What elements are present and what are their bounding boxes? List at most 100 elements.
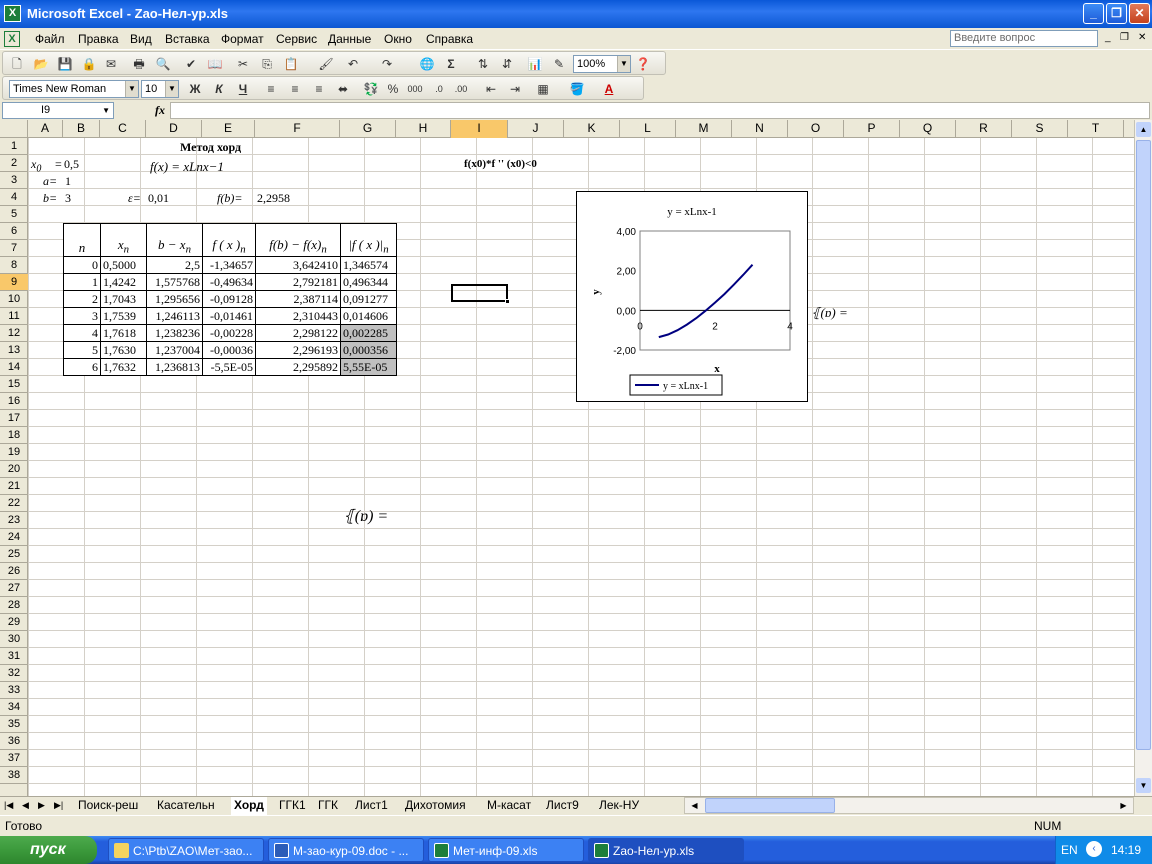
sort-ascending-icon[interactable]: ⇅ [475,56,491,72]
table-cell[interactable]: 5,55E-05 [340,358,397,376]
sheet-tab[interactable]: Поиск-реш [78,797,138,815]
table-cell[interactable]: 0,014606 [340,307,397,325]
row-header[interactable]: 12 [0,325,28,342]
fill-handle[interactable] [505,299,510,304]
row-header[interactable]: 1 [0,138,28,155]
row-header[interactable]: 8 [0,257,28,274]
table-cell[interactable]: 1,4242 [100,273,147,291]
first-sheet-icon[interactable]: |◀ [4,797,13,815]
scroll-right-icon[interactable]: ▶ [1116,798,1131,813]
chevron-down-icon[interactable]: ▼ [165,81,178,97]
undo-icon[interactable]: ↶ [345,56,361,72]
next-sheet-icon[interactable]: ▶ [38,797,45,815]
column-header[interactable]: F [255,120,340,138]
horizontal-scrollbar[interactable]: ◀ ▶ [684,797,1134,814]
task-folder[interactable]: C:\Ptb\ZAO\Мет-зао... [108,838,264,862]
scroll-up-icon[interactable]: ▲ [1136,122,1151,137]
menu-view[interactable]: Вид [130,32,152,46]
table-cell[interactable]: 1,7043 [100,290,147,308]
b-value[interactable]: 3 [65,190,71,207]
sheet-tab[interactable]: ГГК [318,797,338,815]
column-header[interactable]: O [788,120,844,138]
close-button[interactable]: ✕ [1129,3,1150,24]
font-size-combo[interactable]: 10 ▼ [141,80,179,98]
column-header[interactable]: E [202,120,255,138]
vertical-scrollbar[interactable]: ▲ ▼ [1134,120,1152,796]
drawing-icon[interactable]: ✎ [551,56,567,72]
table-cell[interactable]: -5,5E-05 [202,358,256,376]
prev-sheet-icon[interactable]: ◀ [22,797,29,815]
scroll-thumb[interactable] [1136,140,1151,750]
fill-color-icon[interactable]: 🪣 [569,81,585,97]
align-left-icon[interactable]: ≡ [263,81,279,97]
minimize-button[interactable]: _ [1083,3,1104,24]
sort-descending-icon[interactable]: ⇵ [499,56,515,72]
column-header[interactable]: J [508,120,564,138]
spelling-icon[interactable]: ✔ [183,56,199,72]
row-header[interactable]: 35 [0,716,28,733]
doc-close-button[interactable]: ✕ [1138,32,1146,43]
row-header[interactable]: 33 [0,682,28,699]
table-cell[interactable]: 5 [63,341,101,359]
column-header[interactable]: T [1068,120,1124,138]
row-header[interactable]: 24 [0,529,28,546]
menu-insert[interactable]: Вставка [165,32,210,46]
increase-decimal-icon[interactable]: .0 [431,81,447,97]
table-cell[interactable]: 0,000356 [340,341,397,359]
paste-icon[interactable]: 📋 [283,56,299,72]
print-icon[interactable]: 🖶 [131,56,147,72]
table-cell[interactable]: 2,5 [146,256,203,274]
start-button[interactable]: пуск [0,836,97,864]
row-header[interactable]: 4 [0,189,28,206]
align-center-icon[interactable]: ≡ [287,81,303,97]
permission-icon[interactable]: 🔒 [81,56,97,72]
table-cell[interactable]: 2 [63,290,101,308]
menu-window[interactable]: Окно [384,32,412,46]
chevron-down-icon[interactable]: ▼ [125,81,138,97]
eps-value[interactable]: 0,01 [148,190,169,207]
hyperlink-icon[interactable]: 🌐 [419,56,435,72]
research-icon[interactable]: 📖 [207,56,223,72]
row-header[interactable]: 22 [0,495,28,512]
language-indicator[interactable]: EN [1061,843,1078,857]
row-header[interactable]: 5 [0,206,28,223]
active-cell-cursor[interactable] [451,284,510,304]
column-header[interactable]: K [564,120,620,138]
row-header[interactable]: 29 [0,614,28,631]
increase-indent-icon[interactable]: ⇥ [507,81,523,97]
column-header[interactable]: C [100,120,146,138]
table-cell[interactable]: 6 [63,358,101,376]
chart-object[interactable]: y = xLnx-1 4,00 2,00 0,00 -2,00 0 2 4 y x y =… [576,191,808,402]
font-color-icon[interactable]: A [601,81,617,97]
table-cell[interactable]: 2,296193 [255,341,341,359]
table-cell[interactable]: 1,238236 [146,324,203,342]
table-cell[interactable]: 1,237004 [146,341,203,359]
task-word-doc[interactable]: М-зао-кур-09.doc - ... [268,838,424,862]
table-cell[interactable]: 0,002285 [340,324,397,342]
chevron-down-icon[interactable]: ▼ [102,103,110,118]
help-icon[interactable]: ❓ [635,56,651,72]
row-header[interactable]: 3 [0,172,28,189]
row-header[interactable]: 13 [0,342,28,359]
row-header[interactable]: 36 [0,733,28,750]
sheet-tab[interactable]: Лист1 [355,797,388,815]
scroll-left-icon[interactable]: ◀ [687,798,702,813]
row-header[interactable]: 6 [0,223,28,240]
task-excel-met[interactable]: Мет-инф-09.xls [428,838,584,862]
table-cell[interactable]: 0,5000 [100,256,147,274]
row-header[interactable]: 18 [0,427,28,444]
table-cell[interactable]: 3 [63,307,101,325]
menu-tools[interactable]: Сервис [276,32,317,46]
table-cell[interactable]: 0,496344 [340,273,397,291]
table-cell[interactable]: 2,387114 [255,290,341,308]
row-header[interactable]: 27 [0,580,28,597]
row-header[interactable]: 23 [0,512,28,529]
zoom-combo[interactable]: 100% ▼ [573,55,631,73]
restore-button[interactable]: ❐ [1106,3,1127,24]
row-header[interactable]: 38 [0,767,28,784]
borders-icon[interactable]: ▦ [535,81,551,97]
sheet-tab[interactable]: М-касат [487,797,531,815]
help-question-input[interactable]: Введите вопрос [950,30,1098,47]
underline-button[interactable]: Ч [235,81,251,97]
table-cell[interactable]: 3,642410 [255,256,341,274]
